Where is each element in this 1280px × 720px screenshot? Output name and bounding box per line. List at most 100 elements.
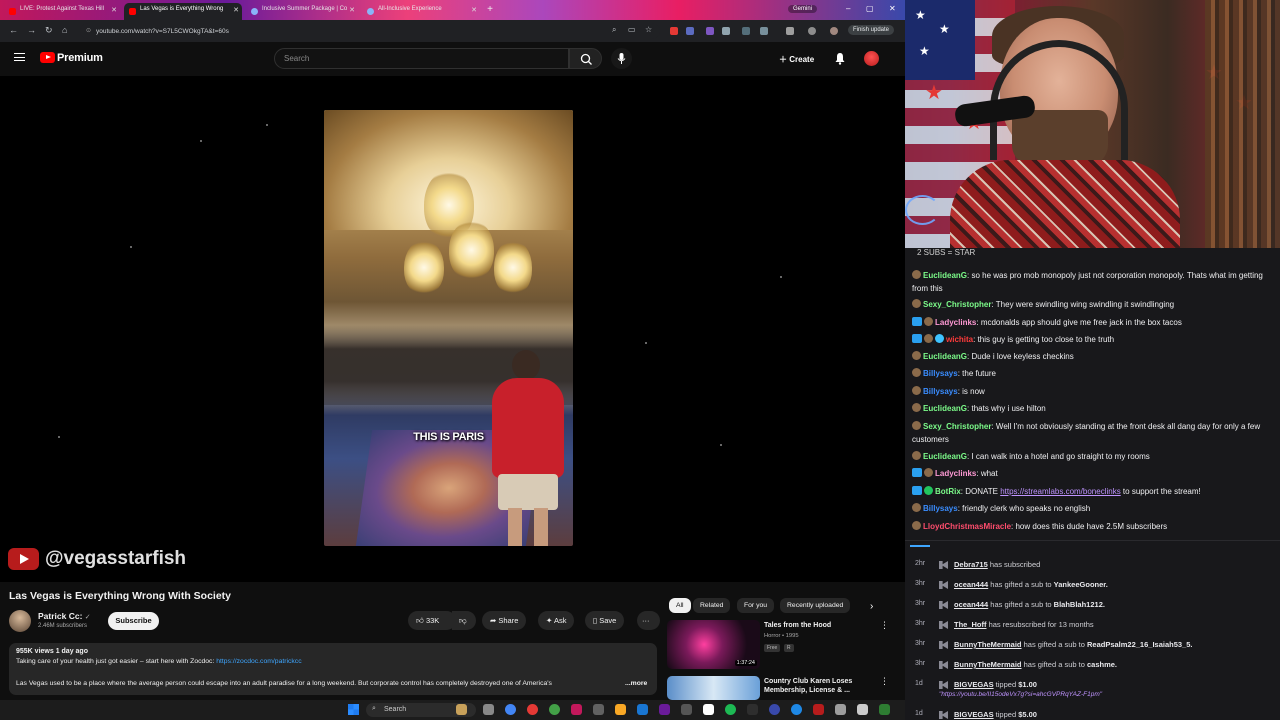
home-icon[interactable]: ⌂ [62,25,67,35]
app-icon[interactable] [747,704,758,715]
video-frame[interactable]: THIS IS PARIS [324,110,573,546]
menu-icon[interactable] [14,53,25,61]
chat-username[interactable]: EuclideanG [923,404,967,413]
close-icon[interactable]: ✕ [349,6,355,14]
event-user[interactable]: ocean444 [954,580,988,589]
chat-username[interactable]: Billysays [923,369,958,378]
voice-search-button[interactable] [611,48,632,69]
recommendation-title[interactable]: Country Club Karen Loses Membership, Lic… [764,677,874,695]
url-field[interactable]: ⊙ youtube.com/watch?v=S7L5CWOkgTA&t=60s [80,23,660,39]
browser-tab[interactable]: Inclusive Summer Package | Co ✕ [246,3,358,20]
search-input[interactable]: Search [274,48,569,69]
browser-icon[interactable] [549,704,560,715]
event-user[interactable]: Debra715 [954,560,988,569]
chat-username[interactable]: Sexy_Christopher [923,300,991,309]
app-icon[interactable] [791,704,802,715]
close-icon[interactable]: ✕ [233,6,239,14]
extension-icon[interactable] [706,27,714,35]
browser-tab[interactable]: All-Inclusive Experience ✕ [362,3,480,20]
app-icon[interactable] [571,704,582,715]
chat-username[interactable]: Billysays [923,504,958,513]
event-user[interactable]: The_Hoff [954,620,987,629]
site-info-icon[interactable]: ⊙ [86,27,91,34]
extensions-puzzle-icon[interactable] [760,27,768,35]
browser-icon[interactable] [527,704,538,715]
spotify-icon[interactable] [725,704,736,715]
widgets-icon[interactable] [456,704,467,715]
chevron-right-icon[interactable]: › [870,601,873,612]
extension-icon[interactable] [670,27,678,35]
more-vert-icon[interactable]: ⋮ [880,620,889,631]
maximize-icon[interactable]: ▢ [866,4,874,13]
extension-icon[interactable] [686,27,694,35]
bookmark-star-icon[interactable]: ☆ [645,25,652,34]
show-more-button[interactable]: ...more [625,680,647,687]
reload-icon[interactable]: ↻ [45,25,53,36]
chat-username[interactable]: EuclideanG [923,352,967,361]
browser-tab-active[interactable]: Las Vegas is Everything Wrong ✕ [124,3,242,20]
chat-username[interactable]: Ladyclinks [935,318,976,327]
profile-avatar-icon[interactable] [830,27,838,35]
youtube-logo-icon[interactable] [40,52,55,63]
dislike-button[interactable]: 👎︎ [452,611,476,630]
extension-icon[interactable] [742,27,750,35]
sidebar-icon[interactable] [786,27,794,35]
new-tab-button[interactable]: + [484,4,496,16]
cast-icon[interactable]: ▭ [628,25,636,34]
chat-username[interactable]: EuclideanG [923,271,967,280]
app-icon[interactable] [637,704,648,715]
event-user[interactable]: BunnyTheMermaid [954,640,1022,649]
subscribe-button[interactable]: Subscribe [108,612,159,630]
app-icon[interactable] [769,704,780,715]
extension-icon[interactable] [722,27,730,35]
recommendation-thumbnail[interactable]: 1:37:24 [667,620,760,669]
chip-recently-uploaded[interactable]: Recently uploaded [780,598,851,613]
youtube-premium-logo[interactable]: Premium [57,52,103,64]
windows-start-icon[interactable] [348,704,359,715]
close-window-icon[interactable]: ✕ [889,4,896,13]
chip-all[interactable]: All [669,598,691,613]
chat-username[interactable]: Sexy_Christopher [923,422,991,431]
description-box[interactable]: 955K views 1 day ago Taking care of your… [9,643,657,695]
finish-update-button[interactable]: Finish update [848,25,895,35]
chat-username[interactable]: BotRix [935,487,961,496]
create-button[interactable]: ＋ Create [773,50,820,68]
ask-button[interactable]: ✦ Ask [538,611,575,630]
app-icon[interactable] [813,704,824,715]
task-view-icon[interactable] [483,704,494,715]
chat-username[interactable]: wichita [946,335,973,344]
recommendation-title[interactable]: Tales from the Hood [764,621,874,630]
more-vert-icon[interactable]: ⋮ [880,676,889,687]
back-icon[interactable]: ← [9,25,18,35]
account-avatar[interactable] [864,51,879,66]
activity-feed[interactable]: 2hr Debra715 has subscribed 3hr ocean444 ha… [905,540,1280,720]
chat-panel[interactable]: 2 SUBS = STAR EuclideanG: so he was pro … [905,248,1280,540]
chat-username[interactable]: Billysays [923,387,958,396]
chat-username[interactable]: EuclideanG [923,452,967,461]
minimize-icon[interactable]: – [846,4,850,13]
browser-tab[interactable]: LIVE: Protest Against Texas Hill ✕ [4,3,120,20]
like-button[interactable]: 👍︎ 33K [408,611,456,630]
app-icon[interactable] [835,704,846,715]
channel-avatar[interactable] [9,610,31,632]
more-actions-button[interactable]: ··· [637,611,660,630]
search-button[interactable] [569,48,602,69]
event-user[interactable]: BIGVEGAS [954,680,994,689]
twitch-icon[interactable] [659,704,670,715]
recommendation-thumbnail[interactable] [667,676,760,700]
forward-icon[interactable]: → [27,25,36,35]
chat-username[interactable]: Ladyclinks [935,469,976,478]
chip-related[interactable]: Related [693,598,731,613]
app-icon[interactable] [703,704,714,715]
chrome-icon[interactable] [505,704,516,715]
chat-username[interactable]: LloydChristmasMiracle [923,522,1011,531]
event-user[interactable]: BunnyTheMermaid [954,660,1022,669]
event-user[interactable]: BIGVEGAS [954,710,994,719]
app-icon[interactable] [681,704,692,715]
folder-icon[interactable] [615,704,626,715]
sponsor-link[interactable]: https://zocdoc.com/patrickcc [216,658,301,665]
notifications-bell-icon[interactable] [834,52,846,65]
profile-icon[interactable] [808,27,816,35]
save-button[interactable]: ▯ Save [585,611,625,630]
app-icon[interactable] [879,704,890,715]
